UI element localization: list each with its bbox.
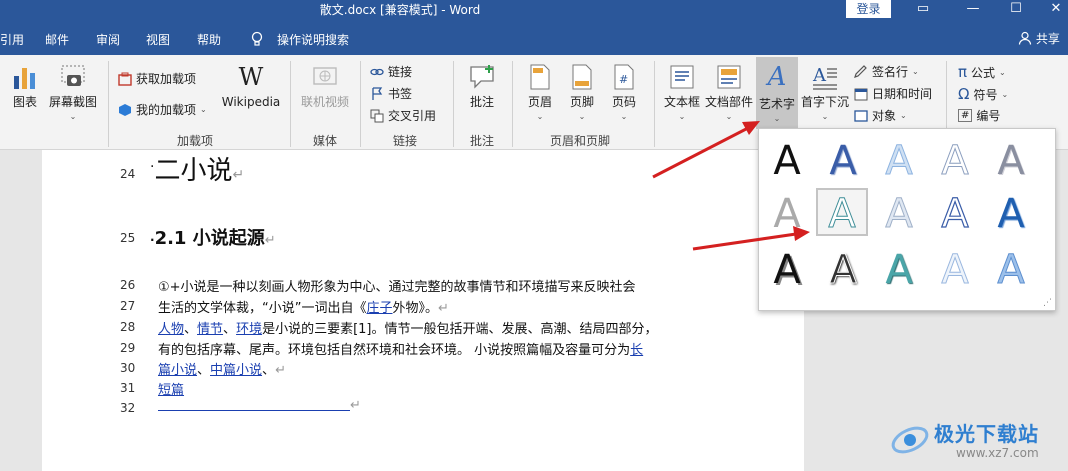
watermark-title: 极光下载站 — [934, 422, 1039, 446]
watermark-url: www.xz7.com — [956, 446, 1039, 460]
red-arrow-to-style — [692, 226, 810, 251]
annotation-arrows — [652, 121, 810, 251]
watermark-logo-icon — [891, 426, 929, 454]
word-window: 散文.docx [兼容模式] - Word 登录 ▭ — ☐ ✕ 引用 邮件 审… — [0, 0, 1068, 471]
red-arrow-to-wordart — [652, 121, 760, 179]
watermark: 极光下载站 www.xz7.com — [888, 412, 1063, 467]
